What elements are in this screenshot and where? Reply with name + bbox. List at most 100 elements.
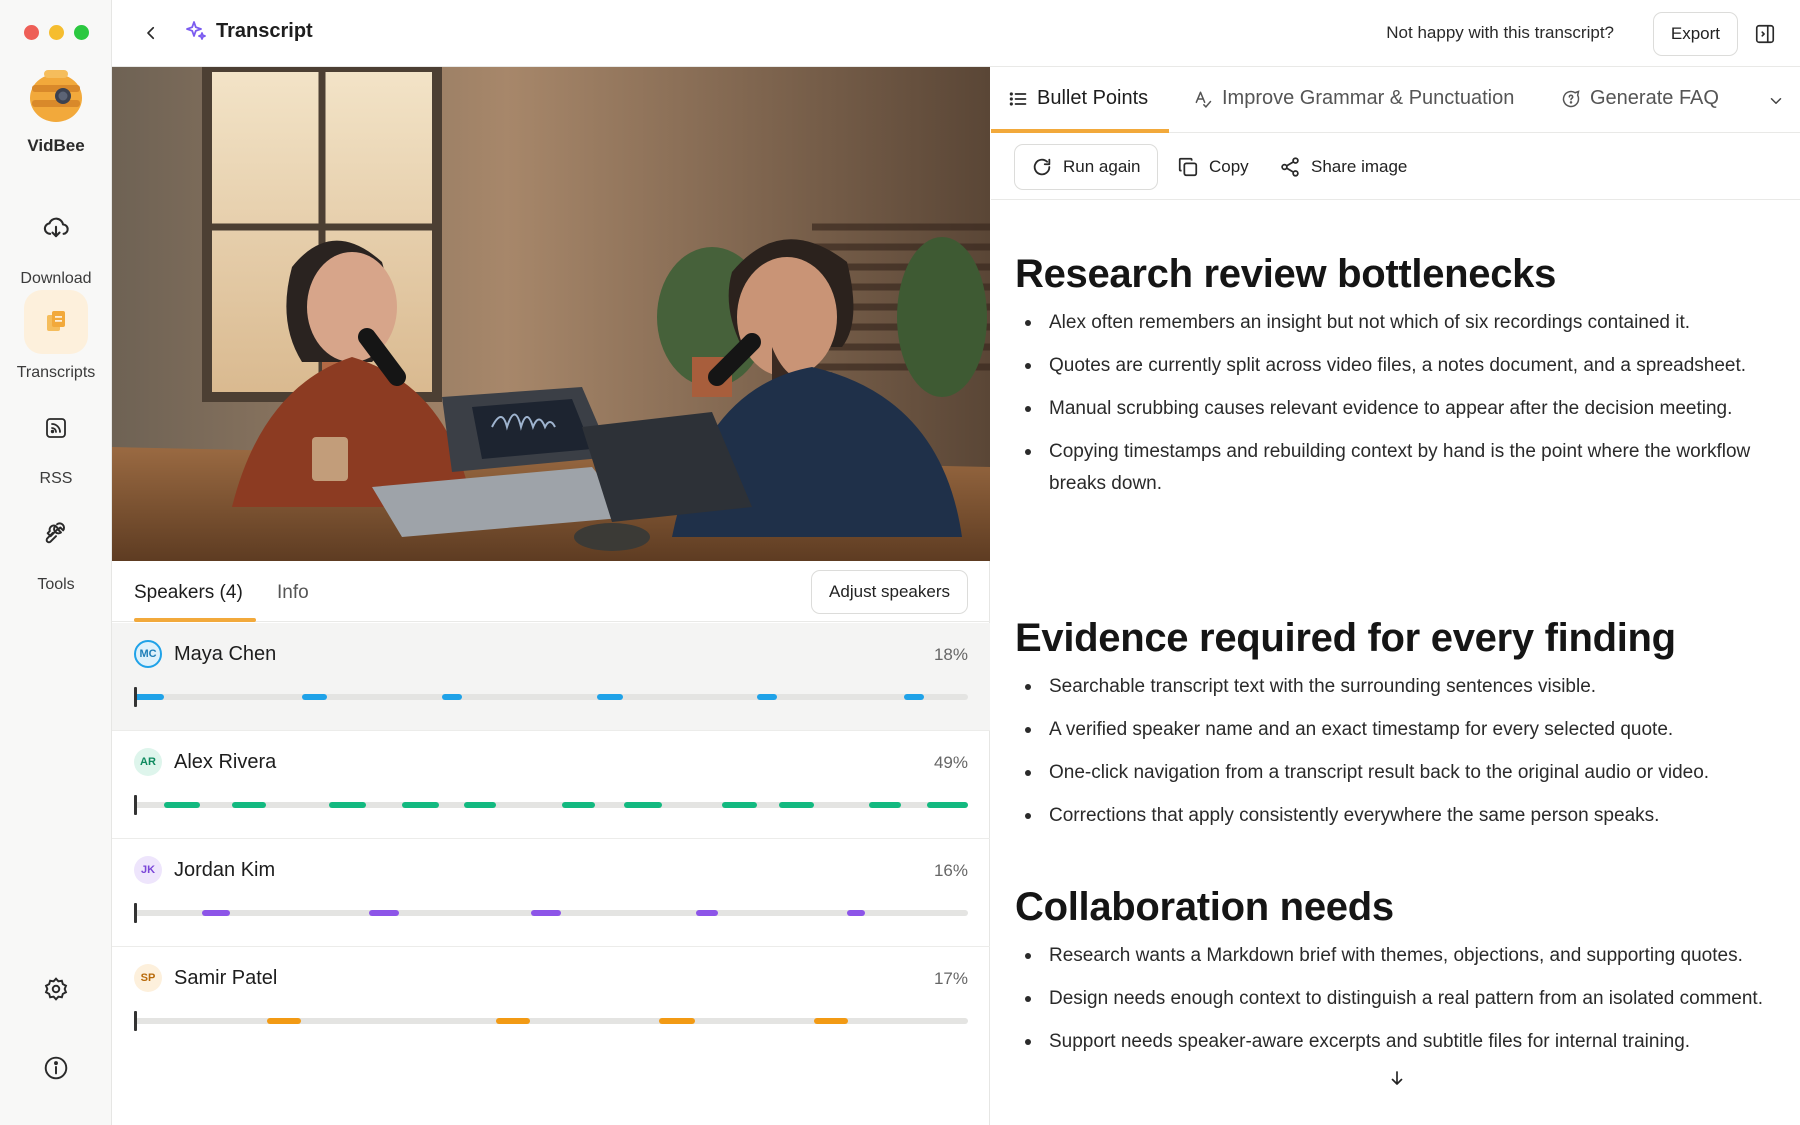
speakers-panel: Speakers (4) Info Adjust speakers MC May… xyxy=(112,561,990,1125)
scroll-down-icon[interactable] xyxy=(1385,1066,1409,1090)
timeline-segment xyxy=(531,910,561,916)
speaker-timeline[interactable] xyxy=(134,1018,968,1024)
brand-name: VidBee xyxy=(27,136,85,155)
timeline-segment xyxy=(696,910,718,916)
timeline-segment xyxy=(369,910,399,916)
list-item: Research wants a Markdown brief with the… xyxy=(1015,940,1776,972)
timeline-segment xyxy=(722,802,757,808)
playhead-marker xyxy=(134,687,137,707)
list-item: A verified speaker name and an exact tim… xyxy=(1015,714,1776,746)
sparkles-icon xyxy=(186,21,206,40)
playhead-marker xyxy=(134,795,137,815)
wrench-icon xyxy=(24,502,88,566)
speaker-row-maya-chen[interactable]: MC Maya Chen 18% xyxy=(112,623,990,731)
chevron-down-icon[interactable] xyxy=(1764,89,1788,113)
timeline-segment xyxy=(927,802,968,808)
speaker-percent: 49% xyxy=(933,753,968,772)
timeline-segment xyxy=(779,802,814,808)
timeline-segment xyxy=(904,694,924,700)
copy-icon xyxy=(1178,157,1198,177)
timeline-segment xyxy=(597,694,623,700)
speaker-name: Samir Patel xyxy=(174,967,278,989)
timeline-segment xyxy=(624,802,662,808)
sidebar: VidBee Download Transcripts RSS Tools xyxy=(0,0,112,1125)
tab-label: Improve Grammar & Punctuation xyxy=(1222,87,1515,109)
playhead-marker xyxy=(134,1011,137,1031)
settings-icon[interactable] xyxy=(40,973,72,1005)
timeline-segment xyxy=(442,694,462,700)
playhead-marker xyxy=(134,903,137,923)
share-icon xyxy=(1281,157,1299,177)
window-controls xyxy=(24,25,89,40)
chevron-left-icon xyxy=(147,26,155,40)
active-tab-indicator xyxy=(134,618,256,622)
timeline-segment xyxy=(329,802,366,808)
export-button[interactable]: Export xyxy=(1652,12,1738,56)
spellcheck-icon xyxy=(1195,91,1212,108)
tab-label: Bullet Points xyxy=(1037,87,1149,109)
timeline-segment xyxy=(464,802,496,808)
section-heading: Research review bottlenecks xyxy=(1015,252,1557,296)
cloud-download-icon xyxy=(24,196,88,260)
speaker-row-samir-patel[interactable]: SP Samir Patel 17% xyxy=(112,947,990,1055)
zoom-window-button[interactable] xyxy=(74,25,89,40)
speaker-percent: 18% xyxy=(933,645,968,664)
sidebar-item-download[interactable]: Download xyxy=(0,196,112,288)
page-title-group: Transcript xyxy=(184,19,313,43)
avatar: SP xyxy=(134,964,162,992)
speaker-timeline[interactable] xyxy=(134,910,968,916)
speaker-timeline[interactable] xyxy=(134,694,968,700)
question-bubble-icon xyxy=(1562,89,1580,107)
speaker-name: Alex Rivera xyxy=(174,751,277,773)
close-window-button[interactable] xyxy=(24,25,39,40)
sidebar-item-rss[interactable]: RSS xyxy=(0,396,112,488)
copy-button[interactable]: Copy xyxy=(1161,144,1265,190)
summary-section: Evidence required for every finding Sear… xyxy=(1015,613,1776,843)
summary-tabs: Bullet Points Improve Grammar & Punctuat… xyxy=(991,67,1800,133)
list-item: Searchable transcript text with the surr… xyxy=(1015,671,1776,703)
adjust-speakers-button[interactable]: Adjust speakers xyxy=(811,570,968,614)
share-image-button[interactable]: Share image xyxy=(1263,144,1423,190)
tab-bullet-points[interactable]: Bullet Points xyxy=(1008,87,1148,110)
list-item: Design needs enough context to distingui… xyxy=(1015,983,1776,1015)
summary-section: Collaboration needs Research wants a Mar… xyxy=(1015,882,1776,1069)
tab-generate-faq[interactable]: Generate FAQ xyxy=(1561,87,1719,110)
toggle-panel-icon[interactable] xyxy=(1752,21,1778,47)
timeline-segment xyxy=(869,802,901,808)
sidebar-item-tools[interactable]: Tools xyxy=(0,502,112,594)
list-item: Quotes are currently split across video … xyxy=(1015,350,1776,382)
tab-improve-grammar[interactable]: Improve Grammar & Punctuation xyxy=(1193,87,1514,110)
sidebar-item-label: Download xyxy=(20,270,92,287)
run-again-button[interactable]: Run again xyxy=(1014,144,1158,190)
speaker-percent: 17% xyxy=(933,969,968,988)
bullet-list: Searchable transcript text with the surr… xyxy=(1015,671,1776,832)
info-icon[interactable] xyxy=(40,1052,72,1084)
list-item: Copying timestamps and rebuilding contex… xyxy=(1015,436,1776,500)
avatar: MC xyxy=(134,640,162,668)
back-button[interactable] xyxy=(138,20,164,46)
timeline-segment xyxy=(134,694,164,700)
timeline-segment xyxy=(202,910,230,916)
tab-label: Generate FAQ xyxy=(1590,87,1719,109)
speaker-row-jordan-kim[interactable]: JK Jordan Kim 16% xyxy=(112,839,990,947)
tab-speakers[interactable]: Speakers (4) xyxy=(134,582,243,604)
vidbee-logo-icon xyxy=(30,70,82,122)
video-player[interactable] xyxy=(112,67,990,561)
speaker-row-alex-rivera[interactable]: AR Alex Rivera 49% xyxy=(112,731,990,839)
speaker-timeline[interactable] xyxy=(134,802,968,808)
minimize-window-button[interactable] xyxy=(49,25,64,40)
timeline-segment xyxy=(302,694,327,700)
speaker-percent: 16% xyxy=(933,861,968,880)
page-title: Transcript xyxy=(216,19,313,42)
top-bar: Transcript Not happy with this transcrip… xyxy=(112,0,1800,67)
timeline-segment xyxy=(659,1018,695,1024)
not-happy-link[interactable]: Not happy with this transcript? xyxy=(1386,23,1614,43)
summary-section: Research review bottlenecks Alex often r… xyxy=(1015,249,1776,511)
list-icon xyxy=(1009,91,1027,106)
sidebar-item-label: Transcripts xyxy=(16,364,96,381)
button-label: Run again xyxy=(1063,157,1141,176)
bullet-list: Research wants a Markdown brief with the… xyxy=(1015,940,1776,1058)
video-frame-image xyxy=(112,67,990,561)
tab-info[interactable]: Info xyxy=(277,582,309,604)
sidebar-item-transcripts[interactable]: Transcripts xyxy=(0,290,112,382)
